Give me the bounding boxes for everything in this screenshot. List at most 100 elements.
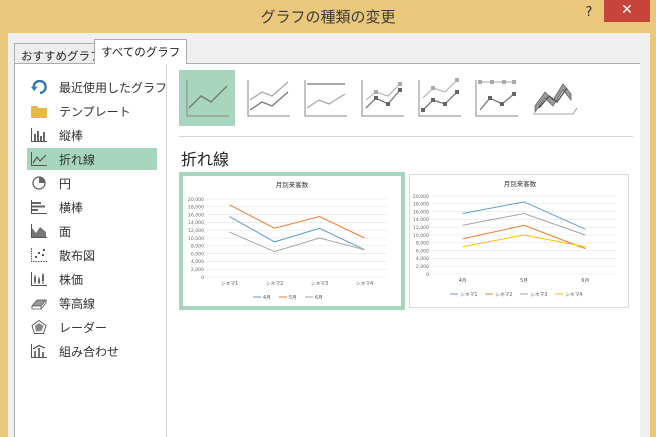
y-tick-label: 2,000: [191, 267, 204, 273]
x-tick-label: シネマ1: [221, 281, 238, 287]
sidebar-item-label: 円: [59, 177, 72, 191]
subtype-stacked-line-markers[interactable]: [411, 70, 467, 126]
subtype-100-stacked-line[interactable]: [297, 70, 353, 126]
y-tick-label: 2,000: [416, 264, 429, 270]
y-tick-label: 0: [426, 272, 429, 278]
change-chart-type-dialog: グラフの種類の変更 ? ✕ おすすめグラフ すべてのグラフ 最近使用したグラフ …: [0, 0, 656, 437]
close-button[interactable]: ✕: [604, 0, 650, 22]
y-tick-label: 16,000: [188, 212, 204, 218]
sidebar-item-templates[interactable]: テンプレート: [27, 100, 157, 122]
series-line: [229, 204, 365, 239]
sidebar-item-radar[interactable]: レーダー: [27, 316, 157, 338]
y-tick-label: 8,000: [191, 244, 204, 250]
x-tick-label: シネマ3: [311, 281, 328, 287]
legend-label: シネマ4: [565, 292, 582, 298]
y-tick-label: 6,000: [191, 251, 204, 257]
series-line: [462, 234, 586, 248]
legend-label: シネマ3: [530, 292, 547, 298]
chart-title: 月別来客数: [504, 179, 537, 188]
radar-chart-icon: [31, 319, 47, 334]
x-tick-label: シネマ4: [356, 281, 373, 287]
dialog-title: グラフの種類の変更: [260, 8, 396, 26]
y-tick-label: 16,000: [413, 209, 429, 215]
y-tick-label: 20,000: [188, 197, 204, 203]
sidebar-item-label: 折れ線: [59, 153, 96, 167]
y-tick-label: 4,000: [416, 256, 429, 262]
title-bar[interactable]: グラフの種類の変更 ? ✕: [0, 0, 656, 33]
sidebar-item-label: 組み合わせ: [59, 345, 120, 359]
sidebar-item-label: 縦棒: [59, 129, 84, 143]
gallery-separator: [179, 136, 633, 137]
combo-chart-icon: [31, 344, 47, 358]
x-tick-label: 4月: [459, 278, 467, 284]
stacked-line-icon: [247, 80, 290, 117]
subtype-100-stacked-line-markers[interactable]: [468, 70, 524, 126]
x-tick-label: 6月: [581, 278, 589, 284]
y-tick-label: 12,000: [413, 225, 429, 231]
sidebar-item-combo[interactable]: 組み合わせ: [27, 340, 157, 362]
surface-chart-icon: [31, 296, 47, 310]
y-tick-label: 14,000: [413, 217, 429, 223]
bar-chart-icon: [31, 200, 47, 214]
chart-preview-2[interactable]: 月別来客数 20,000 18,000 16,000 14,000 12,000 10,00…: [409, 174, 629, 308]
subtype-3d-line[interactable]: [525, 70, 581, 126]
100-stacked-line-markers-icon: [475, 80, 518, 117]
legend-label: シネマ2: [495, 292, 512, 298]
chart-preview-1[interactable]: 月別来客数 20,000 18,000 16,000 14,000 12,000 10,00…: [179, 172, 405, 310]
sidebar-item-recent[interactable]: 最近使用したグラフ: [27, 76, 167, 98]
sidebar-item-line[interactable]: 折れ線: [27, 148, 157, 170]
y-tick-label: 18,000: [188, 205, 204, 211]
chart-category-list: 最近使用したグラフ テンプレート 縦棒 折れ線 円 横棒 面 散布図 株価 等高…: [15, 64, 167, 437]
stacked-line-markers-icon: [418, 78, 461, 117]
pie-chart-icon: [31, 176, 47, 190]
chart-title: 月別来客数: [276, 180, 309, 189]
chart-type-heading: 折れ線: [181, 150, 230, 169]
subtype-line-markers[interactable]: [354, 70, 410, 126]
area-chart-icon: [31, 224, 47, 238]
subtype-stacked-line[interactable]: [240, 70, 296, 126]
series-line: [462, 213, 586, 236]
line-subtype-gallery: [179, 70, 639, 128]
sidebar-item-scatter[interactable]: 散布図: [27, 244, 157, 266]
sidebar-item-column[interactable]: 縦棒: [27, 124, 157, 146]
stock-chart-icon: [31, 272, 47, 286]
chart-preview-2-svg: 月別来客数 20,000 18,00016,000 14,000 12,000 10,00…: [413, 179, 616, 298]
y-tick-label: 8,000: [416, 241, 429, 247]
column-chart-icon: [31, 128, 47, 142]
sidebar-item-stock[interactable]: 株価: [27, 268, 157, 290]
y-tick-label: 4,000: [191, 259, 204, 265]
line-markers-icon: [361, 80, 404, 117]
sidebar-item-pie[interactable]: 円: [27, 172, 157, 194]
tab-all-charts[interactable]: すべてのグラフ: [94, 39, 188, 64]
help-button[interactable]: ?: [580, 4, 598, 22]
chart-preview-1-svg: 月別来客数 20,000 18,00016,000 14,000 12,000 10,00…: [188, 180, 387, 301]
3d-line-icon: [533, 83, 578, 115]
y-tick-label: 12,000: [188, 228, 204, 234]
sidebar-item-label: テンプレート: [59, 105, 131, 119]
line-chart-icon: [31, 152, 47, 166]
sidebar-item-label: 等高線: [59, 297, 96, 311]
y-tick-label: 10,000: [188, 236, 204, 242]
sidebar-item-label: 最近使用したグラフ: [59, 81, 168, 95]
all-charts-panel: 最近使用したグラフ テンプレート 縦棒 折れ線 円 横棒 面 散布図 株価 等高…: [14, 63, 650, 437]
legend-label: 5月: [289, 295, 297, 301]
recent-icon: [31, 79, 47, 95]
legend-label: 6月: [315, 295, 323, 301]
scatter-chart-icon: [31, 248, 47, 262]
y-tick-label: 6,000: [416, 248, 429, 254]
sidebar-item-label: 面: [59, 225, 72, 239]
sidebar-item-label: 横棒: [59, 201, 84, 215]
dialog-right-edge: [640, 63, 650, 437]
legend-label: シネマ1: [460, 292, 477, 298]
y-tick-label: 10,000: [413, 233, 429, 239]
sidebar-item-bar[interactable]: 横棒: [27, 196, 157, 218]
sidebar-item-area[interactable]: 面: [27, 220, 157, 242]
x-tick-label: 5月: [520, 278, 528, 284]
sidebar-item-label: 散布図: [59, 249, 96, 263]
dialog-client: おすすめグラフ すべてのグラフ 最近使用したグラフ テンプレート 縦棒 折れ線 …: [8, 33, 650, 437]
100-stacked-line-icon: [304, 80, 347, 117]
sidebar-item-surface[interactable]: 等高線: [27, 292, 157, 314]
sidebar-item-label: 株価: [59, 273, 84, 287]
y-tick-label: 14,000: [188, 220, 204, 226]
subtype-line[interactable]: [179, 70, 235, 126]
